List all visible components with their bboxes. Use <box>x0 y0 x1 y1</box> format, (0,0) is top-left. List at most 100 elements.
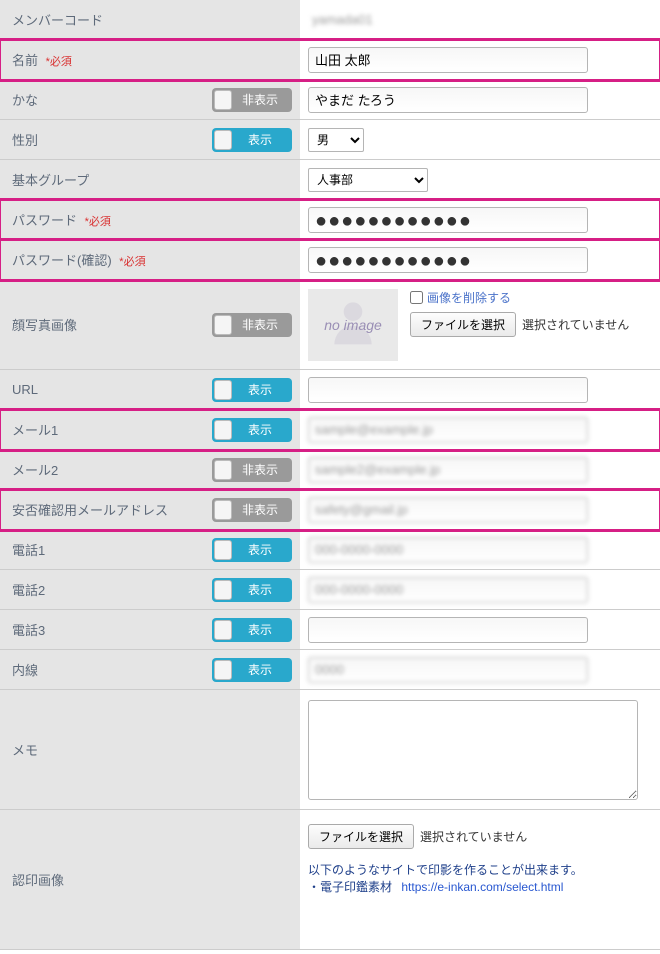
value-kana <box>300 80 660 119</box>
stamp-file-button[interactable]: ファイルを選択 <box>308 824 414 849</box>
stamp-file-row: ファイルを選択 選択されていません <box>308 824 583 849</box>
toggle-knob <box>214 130 232 150</box>
toggle-knob <box>214 540 232 560</box>
label-url: URL 表示 <box>0 370 300 409</box>
mail1-input[interactable] <box>308 417 588 443</box>
value-url <box>300 370 660 409</box>
no-image-text: no image <box>324 317 382 333</box>
extension-toggle[interactable]: 表示 <box>212 658 292 682</box>
required-mark: *必須 <box>119 256 145 268</box>
row-password: パスワード *必須 ●●●●●●●●●●●● <box>0 200 660 240</box>
label-text: メール2 <box>12 460 58 479</box>
stamp-note-bullet: ・電子印鑑素材 <box>308 880 392 894</box>
label-text: メモ <box>12 740 38 759</box>
row-url: URL 表示 <box>0 370 660 410</box>
tel3-input[interactable] <box>308 617 588 643</box>
label-text: かな <box>12 90 38 109</box>
label-password: パスワード *必須 <box>0 200 300 239</box>
label-text: URL <box>12 382 38 397</box>
toggle-knob <box>214 620 232 640</box>
label-kana: かな 非表示 <box>0 80 300 119</box>
label-text: 名前 <box>12 53 38 68</box>
base-group-select[interactable]: 人事部 <box>308 168 428 192</box>
label-memo: メモ <box>0 690 300 809</box>
row-password-confirm: パスワード(確認) *必須 ●●●●●●●●●●●● <box>0 240 660 280</box>
password-confirm-input[interactable]: ●●●●●●●●●●●● <box>308 247 588 273</box>
password-input[interactable]: ●●●●●●●●●●●● <box>308 207 588 233</box>
value-safety-mail <box>300 490 660 529</box>
value-gender: 男 <box>300 120 660 159</box>
stamp-link[interactable]: https://e-inkan.com/select.html <box>401 880 563 894</box>
label-base-group: 基本グループ <box>0 160 300 199</box>
stamp-note-line: 以下のようなサイトで印影を作ることが出来ます。 <box>308 861 583 878</box>
label-tel2: 電話2 表示 <box>0 570 300 609</box>
required-mark: *必須 <box>85 216 111 228</box>
toggle-knob <box>214 580 232 600</box>
tel3-toggle[interactable]: 表示 <box>212 618 292 642</box>
tel1-toggle[interactable]: 表示 <box>212 538 292 562</box>
delete-image-checkbox-row[interactable]: 画像を削除する <box>410 289 629 306</box>
stamp-note-link-row: ・電子印鑑素材 https://e-inkan.com/select.html <box>308 878 583 895</box>
value-password: ●●●●●●●●●●●● <box>300 200 660 239</box>
toggle-knob <box>214 380 232 400</box>
label-text: パスワード(確認) <box>12 253 112 268</box>
label-text: 認印画像 <box>12 870 64 889</box>
toggle-knob <box>214 460 232 480</box>
row-tel3: 電話3 表示 <box>0 610 660 650</box>
gender-toggle[interactable]: 表示 <box>212 128 292 152</box>
kana-input[interactable] <box>308 87 588 113</box>
label-tel1: 電話1 表示 <box>0 530 300 569</box>
url-toggle[interactable]: 表示 <box>212 378 292 402</box>
name-input[interactable] <box>308 47 588 73</box>
member-form: メンバーコード yamada01 名前 *必須 かな 非表示 <box>0 0 660 950</box>
toggle-knob <box>214 315 232 335</box>
kana-toggle[interactable]: 非表示 <box>212 88 292 112</box>
photo-block: no image 画像を削除する ファイルを選択 選択されていません <box>308 289 629 361</box>
toggle-label: 非表示 <box>234 91 292 108</box>
toggle-knob <box>214 660 232 680</box>
value-base-group: 人事部 <box>300 160 660 199</box>
value-stamp: ファイルを選択 選択されていません 以下のようなサイトで印影を作ることが出来ます… <box>300 810 660 949</box>
row-member-code: メンバーコード yamada01 <box>0 0 660 40</box>
label-text: メンバーコード <box>12 10 103 29</box>
photo-file-button[interactable]: ファイルを選択 <box>410 312 516 337</box>
value-password-confirm: ●●●●●●●●●●●● <box>300 240 660 279</box>
toggle-knob <box>214 420 232 440</box>
photo-file-row: ファイルを選択 選択されていません <box>410 312 629 337</box>
toggle-knob <box>214 500 232 520</box>
photo-controls: 画像を削除する ファイルを選択 選択されていません <box>410 289 629 337</box>
photo-toggle[interactable]: 非表示 <box>212 313 292 337</box>
tel1-input[interactable] <box>308 537 588 563</box>
value-tel2 <box>300 570 660 609</box>
label-text: 電話1 <box>12 540 45 559</box>
tel2-toggle[interactable]: 表示 <box>212 578 292 602</box>
label-mail1: メール1 表示 <box>0 410 300 449</box>
no-image-placeholder: no image <box>308 289 398 361</box>
member-code-text: yamada01 <box>308 12 373 27</box>
mail2-input[interactable] <box>308 457 588 483</box>
toggle-label: 非表示 <box>234 461 292 478</box>
row-kana: かな 非表示 <box>0 80 660 120</box>
delete-image-checkbox[interactable] <box>410 291 423 304</box>
gender-select[interactable]: 男 <box>308 128 364 152</box>
value-photo: no image 画像を削除する ファイルを選択 選択されていません <box>300 280 660 369</box>
safety-mail-input[interactable] <box>308 497 588 523</box>
url-input[interactable] <box>308 377 588 403</box>
row-extension: 内線 表示 <box>0 650 660 690</box>
label-extension: 内線 表示 <box>0 650 300 689</box>
extension-input[interactable] <box>308 657 588 683</box>
row-mail1: メール1 表示 <box>0 410 660 450</box>
value-memo <box>300 690 660 809</box>
label-text: メール1 <box>12 420 58 439</box>
label-text: 内線 <box>12 660 38 679</box>
toggle-label: 表示 <box>234 541 292 558</box>
stamp-note: 以下のようなサイトで印影を作ることが出来ます。 ・電子印鑑素材 https://… <box>308 861 583 895</box>
toggle-label: 表示 <box>234 661 292 678</box>
safety-mail-toggle[interactable]: 非表示 <box>212 498 292 522</box>
mail1-toggle[interactable]: 表示 <box>212 418 292 442</box>
label-name: 名前 *必須 <box>0 40 300 79</box>
toggle-label: 非表示 <box>234 501 292 518</box>
mail2-toggle[interactable]: 非表示 <box>212 458 292 482</box>
memo-textarea[interactable] <box>308 700 638 800</box>
tel2-input[interactable] <box>308 577 588 603</box>
